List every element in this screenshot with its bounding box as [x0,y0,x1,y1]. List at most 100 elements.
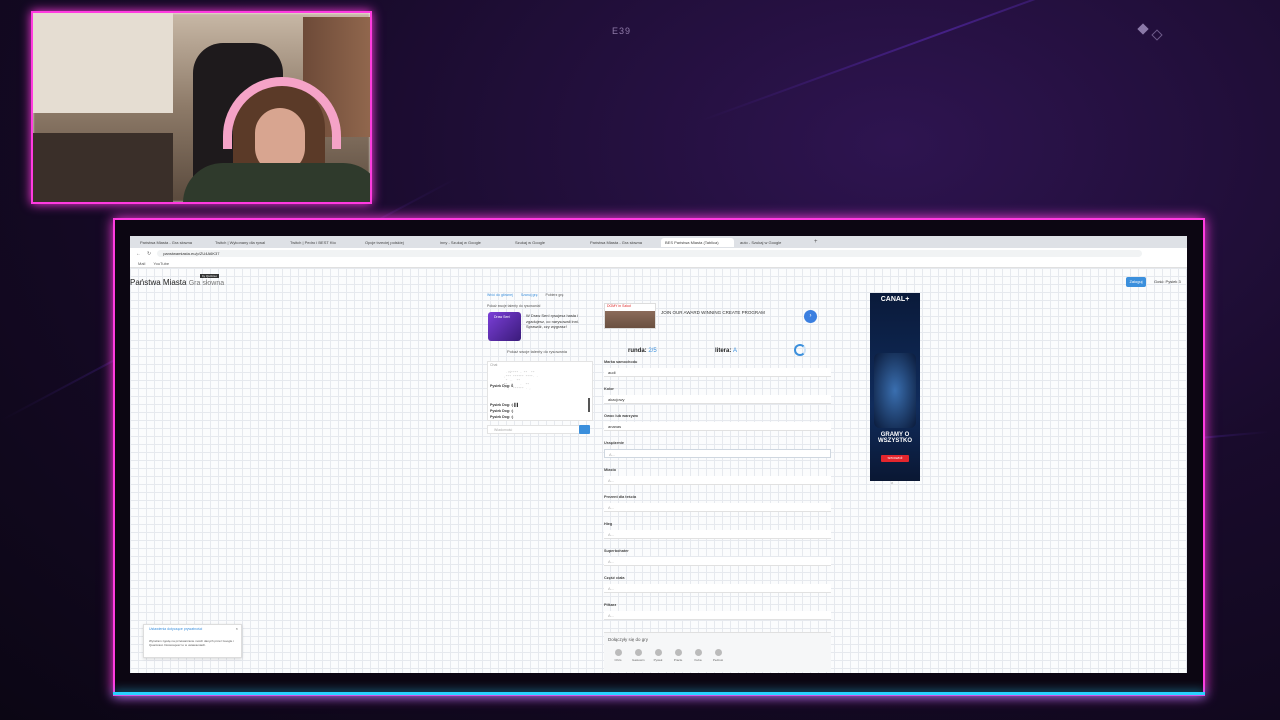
bookmark-item[interactable]: Mail [138,261,145,266]
privacy-popup[interactable]: Ustawienia dotyczące prywatności Wyrażam… [143,624,242,658]
players-panel: Dołączyły się do gry Chris Gastowin Pysi… [604,632,831,672]
answer-input[interactable]: A... [604,503,831,512]
field-label: Miasto [604,468,617,472]
category-field: Hieg A... [604,522,831,539]
light-streak [699,0,1189,122]
category-field: Prezent dla teścia A... [604,495,831,512]
avatar-icon [694,649,702,656]
login-button[interactable]: Zaloguj [1126,277,1146,287]
avatar-icon [654,649,662,656]
scene-code: E39 [612,26,632,36]
reload-icon[interactable]: ↻ [147,251,151,257]
chat-input[interactable]: Wiadomość [487,425,587,434]
category-field: Owoc lub warzywo ananas [604,414,831,431]
browser-tab[interactable]: Szukaj w Google [511,238,584,247]
browser-tab-active[interactable]: BES Państwa Miasta (Tablica) [661,237,734,247]
field-label: Kolor [604,387,614,391]
browser-tab[interactable]: Twitch | Pedro i BEST Kto [286,238,359,247]
url-input[interactable]: panstwamiasta.eu/p/ZU4A6K37 [157,250,1143,257]
ad-thumbnail: DOMY in Szkoł [604,303,656,329]
browser-tab[interactable]: inny - Szukaj w Google [436,238,509,247]
category-field: Marka samochodu audi [604,360,831,377]
chevron-up-icon[interactable]: ⌃ [890,482,894,488]
category-field: Część ciała A... [604,576,831,593]
category-field: Kolor akacjowy [604,387,831,404]
link-rate[interactable]: Szanuj grę [521,293,538,297]
ad-slogan: GRAMY O WSZYSTKO [878,432,912,444]
field-label: Część ciała [604,576,625,580]
promo-image: Draw Sen! [488,312,521,341]
sidebar-links: Wróć do głównej Szanuj grę Pobierz grę [487,293,563,297]
field-label: Owoc lub warzywo [604,414,638,418]
round-indicator: runda: 2/5 [628,348,657,354]
game-page: Państwa Miasta Gra słowna by Quizzeo Zal… [130,268,1187,673]
ad-artwork [874,353,916,428]
screen-frame-glow [113,692,1205,695]
answer-input-focused[interactable]: A... [604,449,831,458]
side-ad[interactable]: CANAL+ GRAMY O WSZYSTKO SPRAWDŹ [870,293,920,481]
answer-input[interactable]: A... [604,584,831,593]
avatar-icon [714,649,722,656]
chat-message: Pysiek Dog: Ś [490,384,514,388]
chat-box: Chat .!Ś**** - ** ** ,*** ****** ****. -… [487,361,593,421]
ad-arrow-button[interactable]: › [804,310,817,323]
promo-card[interactable]: Pokaż swoje talenty do rysowania! Draw S… [487,304,593,354]
answer-input[interactable]: A... [604,611,831,620]
new-tab-icon[interactable]: + [814,239,818,245]
promo-link[interactable]: Pokaż swoje talenty do rysowania [507,349,567,354]
answer-input[interactable]: A... [604,530,831,539]
browser-window: Państwa Miasta - Gra słowna Twitch | Wyk… [130,236,1187,673]
answer-input[interactable]: A... [604,557,831,566]
ad-cta-button[interactable]: SPRAWDŹ [881,455,909,462]
field-label: Urządzenie [604,441,625,445]
banner-ad[interactable]: DOMY in Szkoł JOIN OUR AWARD WINNING CRE… [604,303,820,329]
ad-text: JOIN OUR AWARD WINNING CREATE PROGRAM [661,310,765,315]
promo-text: W Draw Sen! rysujesz hasła i zgadujesz, … [526,313,579,329]
link-back[interactable]: Wróć do głównej [487,293,513,297]
timer-spinner [794,344,806,356]
address-bar: ← ↻ panstwamiasta.eu/p/ZU4A6K37 [130,248,1187,259]
chat-message: Pysiek Dog: :) [490,409,514,413]
site-badge: by Quizzeo [200,274,220,278]
letter-indicator: litera: A [715,348,738,354]
category-field: Superbohater A... [604,549,831,566]
site-title: Państwa Miasta [130,278,187,287]
browser-tab[interactable]: Państwa Miasta - Gra słowna [136,238,209,247]
ad-brand: CANAL+ [880,296,910,303]
answer-input[interactable]: audi [604,368,831,377]
browser-tab[interactable]: auto - Szukaj w Google [736,238,809,247]
player-item: Chris [612,649,624,662]
privacy-body: Wyrażam zgodę na przetwarzanie moich dan… [149,639,234,647]
category-field: Piłkarz A... [604,603,831,620]
chat-scrollbar[interactable] [588,398,590,412]
answer-input[interactable]: ananas [604,422,831,431]
close-icon[interactable]: × [236,626,238,631]
browser-tab[interactable]: Opcje trzeciej polskiej [361,238,434,247]
browser-tab[interactable]: Twitch | Wykonany dla rywal [211,238,284,247]
bookmarks-bar: Mail YouTube [130,259,1187,268]
players-list: Chris Gastowin Pysiek Pracle Kuba Pedrus… [612,649,724,662]
player-item: Kuba [692,649,704,662]
link-download[interactable]: Pobierz grę [546,293,564,297]
player-item: Gastowin [632,649,645,662]
back-icon[interactable]: ← [136,251,141,257]
promo-heading: Pokaż swoje talenty do rysowania! [487,304,541,308]
avatar-icon [614,649,622,656]
diamond-outline-icon [1151,29,1163,41]
privacy-heading: Ustawienia dotyczące prywatności [149,627,203,631]
site-logo[interactable]: Państwa Miasta Gra słowna by Quizzeo [130,274,224,287]
player-item: Pysiek [652,649,664,662]
stream-overlay: E39 Państwa Miasta - Gra słowna Twitch |… [0,0,1280,720]
answer-input[interactable]: akacjowy [604,395,831,404]
field-label: Piłkarz [604,603,617,607]
field-label: Superbohater [604,549,629,553]
field-label: Prezent dla teścia [604,495,637,499]
browser-tab[interactable]: Państwa Miasta - Gra słowna [586,238,659,247]
chat-message: Pysiek Dog: :) ▌▌ [490,403,520,407]
send-button[interactable] [579,425,590,434]
field-label: Hieg [604,522,613,526]
diamond-icon [1137,23,1149,35]
answer-input[interactable]: A... [604,476,831,485]
chat-title: Chat [490,363,498,367]
bookmark-item[interactable]: YouTube [153,261,169,266]
